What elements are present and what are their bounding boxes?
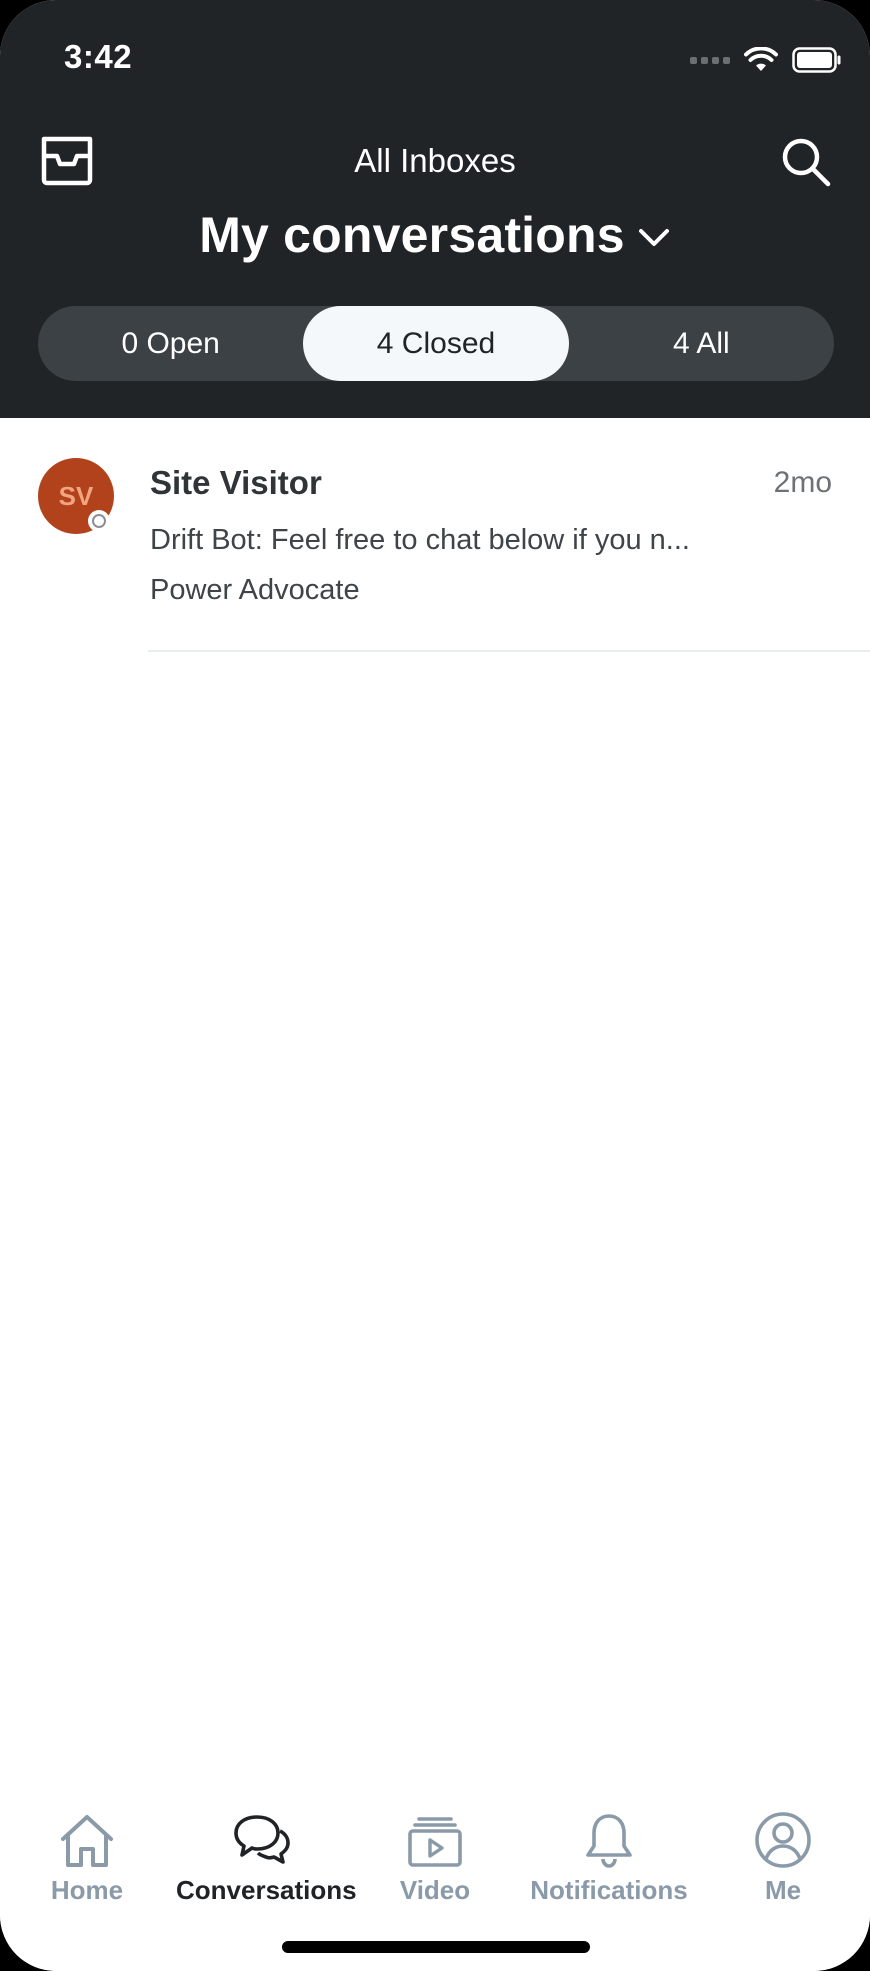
segment-open[interactable]: 0 Open bbox=[38, 306, 303, 381]
app-screen: 3:42 All Inboxes My conversations 0 Open… bbox=[0, 0, 870, 1971]
segment-closed[interactable]: 4 Closed bbox=[303, 306, 569, 381]
presence-status-icon bbox=[88, 510, 110, 532]
tab-me[interactable]: Me bbox=[698, 1811, 868, 1906]
wifi-icon bbox=[744, 47, 778, 71]
home-icon bbox=[61, 1815, 113, 1867]
video-icon bbox=[408, 1817, 462, 1867]
chevron-down-icon bbox=[638, 229, 669, 246]
message-preview: Drift Bot: Feel free to chat below if yo… bbox=[150, 524, 690, 556]
chat-bubbles-icon bbox=[234, 1815, 290, 1864]
tab-video-label: Video bbox=[399, 1875, 471, 1905]
tab-video[interactable]: Video bbox=[350, 1811, 520, 1906]
conversation-list-item[interactable]: SV Site Visitor 2mo Drift Bot: Feel free… bbox=[0, 418, 870, 652]
tab-me-label: Me bbox=[764, 1875, 802, 1905]
tab-conversations-label: Conversations bbox=[176, 1875, 357, 1905]
conversation-timestamp: 2mo bbox=[773, 466, 832, 499]
contact-name: Site Visitor bbox=[150, 464, 322, 501]
inbox-scope-label[interactable]: All Inboxes bbox=[0, 142, 870, 180]
tab-conversations[interactable]: Conversations bbox=[176, 1811, 357, 1906]
status-indicators bbox=[690, 42, 842, 78]
status-time: 3:42 bbox=[64, 38, 133, 75]
signal-icon bbox=[690, 56, 730, 64]
search-button[interactable] bbox=[780, 136, 832, 188]
user-icon bbox=[755, 1812, 811, 1868]
bell-icon bbox=[586, 1814, 632, 1868]
tab-notifications-label: Notifications bbox=[530, 1875, 688, 1905]
tab-bar: Home Conversations Video Notifications M… bbox=[0, 1741, 870, 1971]
avatar-initials: SV bbox=[58, 480, 94, 511]
conversation-subtitle: Power Advocate bbox=[150, 574, 360, 606]
view-selector[interactable]: My conversations bbox=[0, 206, 870, 264]
status-filter-segmented-control: 0 Open 4 Closed 4 All bbox=[38, 306, 834, 381]
header: 3:42 All Inboxes My conversations 0 Open… bbox=[0, 0, 870, 418]
segment-all[interactable]: 4 All bbox=[569, 306, 834, 381]
tab-home[interactable]: Home bbox=[2, 1811, 172, 1906]
page-title: My conversations bbox=[199, 207, 625, 263]
tab-notifications[interactable]: Notifications bbox=[524, 1811, 694, 1906]
divider bbox=[148, 650, 870, 652]
battery-icon bbox=[792, 47, 841, 73]
home-indicator[interactable] bbox=[282, 1941, 590, 1953]
tab-home-label: Home bbox=[50, 1875, 124, 1905]
search-icon bbox=[782, 138, 831, 187]
